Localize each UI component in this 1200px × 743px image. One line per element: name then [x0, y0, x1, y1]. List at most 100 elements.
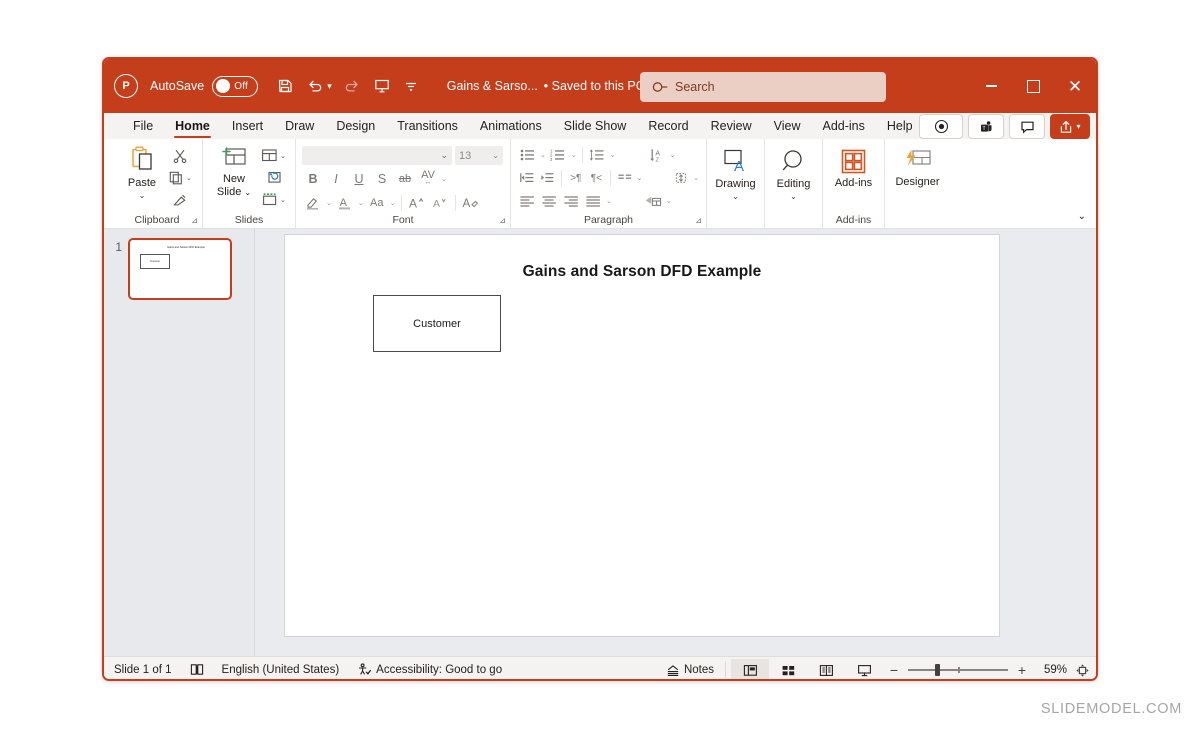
clear-formatting-icon[interactable]: A: [460, 192, 482, 213]
notes-page-indicator[interactable]: [190, 663, 204, 676]
start-presentation-icon[interactable]: [374, 74, 390, 98]
search-box[interactable]: Search: [640, 72, 886, 102]
tab-review[interactable]: Review: [700, 113, 763, 139]
text-highlight-color-icon[interactable]: [302, 192, 324, 213]
normal-view-button[interactable]: [731, 659, 769, 681]
section-dropdown-caret-icon[interactable]: ⌄: [280, 196, 286, 204]
notes-button[interactable]: Notes: [660, 659, 720, 681]
zoom-slider[interactable]: − +: [888, 662, 1028, 678]
tab-insert[interactable]: Insert: [221, 113, 274, 139]
zoom-in-button[interactable]: +: [1016, 662, 1028, 678]
right-to-left-icon[interactable]: ¶<: [587, 168, 607, 188]
maximize-button[interactable]: [1012, 59, 1054, 113]
new-slide-button[interactable]: NewSlide ⌄: [209, 142, 259, 198]
justify-caret-icon[interactable]: ⌄: [605, 197, 613, 205]
smartart-caret-icon[interactable]: ⌄: [665, 197, 673, 205]
accessibility-indicator[interactable]: Accessibility: Good to go: [357, 663, 502, 676]
strikethrough-button[interactable]: S: [371, 168, 393, 189]
autosave-toggle[interactable]: Off: [212, 76, 258, 97]
bullets-icon[interactable]: [517, 145, 538, 165]
change-case-button[interactable]: Aa: [366, 192, 388, 213]
slide-count-indicator[interactable]: Slide 1 of 1: [114, 664, 172, 676]
tab-view[interactable]: View: [763, 113, 812, 139]
slide-thumbnail-1[interactable]: Gains and Sarson DFD Example Customer: [128, 238, 232, 300]
font-name-input[interactable]: ⌄: [302, 146, 452, 165]
convert-to-smartart-icon[interactable]: [643, 191, 664, 211]
tab-transitions[interactable]: Transitions: [386, 113, 469, 139]
align-text-icon[interactable]: [672, 168, 692, 188]
font-dialog-launcher-icon[interactable]: ⊿: [499, 216, 506, 225]
clipboard-dialog-launcher-icon[interactable]: ⊿: [191, 216, 198, 225]
tab-design[interactable]: Design: [325, 113, 386, 139]
close-button[interactable]: ✕: [1054, 59, 1096, 113]
increase-indent-icon[interactable]: [538, 168, 558, 188]
text-direction-icon[interactable]: A Z: [647, 145, 668, 165]
layout-dropdown-caret-icon[interactable]: ⌄: [280, 152, 286, 160]
increase-font-size-button[interactable]: A: [406, 192, 428, 213]
highlight-caret-icon[interactable]: ⌄: [325, 199, 333, 207]
left-to-right-icon[interactable]: >¶: [566, 168, 586, 188]
decrease-font-size-button[interactable]: A: [429, 192, 451, 213]
tab-slide-show[interactable]: Slide Show: [553, 113, 638, 139]
undo-dropdown-caret-icon[interactable]: ▾: [327, 81, 332, 92]
reset-slide-icon[interactable]: [259, 167, 288, 188]
tab-record[interactable]: Record: [637, 113, 699, 139]
justify-icon[interactable]: [583, 191, 604, 211]
paste-dropdown-caret-icon[interactable]: ⌄: [139, 191, 146, 200]
character-spacing-button[interactable]: AV ↔: [417, 168, 439, 189]
paste-button[interactable]: Paste ⌄: [118, 142, 166, 200]
char-spacing-caret-icon[interactable]: ⌄: [440, 175, 448, 183]
align-center-icon[interactable]: [539, 191, 560, 211]
add-ins-button[interactable]: Add-ins: [829, 142, 878, 190]
drawing-dropdown-caret-icon[interactable]: ⌄: [732, 192, 739, 201]
bold-button[interactable]: B: [302, 168, 324, 189]
cut-icon[interactable]: [166, 145, 194, 166]
thumbnail-item[interactable]: 1 Gains and Sarson DFD Example Customer: [112, 238, 232, 300]
tab-add-ins[interactable]: Add-ins: [811, 113, 875, 139]
font-color-caret-icon[interactable]: ⌄: [357, 199, 365, 207]
tab-home[interactable]: Home: [164, 113, 221, 139]
line-spacing-icon[interactable]: [587, 145, 608, 165]
share-button[interactable]: ▾: [1050, 114, 1090, 139]
underline-button[interactable]: U: [348, 168, 370, 189]
editing-dropdown-caret-icon[interactable]: ⌄: [790, 192, 797, 201]
copy-icon[interactable]: ⌄: [166, 167, 194, 188]
format-painter-icon[interactable]: [166, 189, 194, 210]
line-spacing-caret-icon[interactable]: ⌄: [609, 151, 617, 159]
slide-thumbnail-panel[interactable]: 1 Gains and Sarson DFD Example Customer: [104, 229, 255, 656]
change-case-caret-icon[interactable]: ⌄: [389, 199, 397, 207]
numbering-caret-icon[interactable]: ⌄: [570, 151, 578, 159]
slide-title-text[interactable]: Gains and Sarson DFD Example: [285, 263, 999, 281]
slide-canvas[interactable]: Gains and Sarson DFD Example Customer: [284, 234, 1000, 637]
zoom-out-button[interactable]: −: [888, 662, 900, 678]
tab-help[interactable]: Help: [876, 113, 924, 139]
designer-button[interactable]: Designer: [891, 142, 944, 189]
tab-animations[interactable]: Animations: [469, 113, 553, 139]
save-icon[interactable]: [277, 74, 293, 98]
italic-button[interactable]: I: [325, 168, 347, 189]
editing-button[interactable]: Editing ⌄: [771, 142, 816, 201]
text-shadow-button[interactable]: ab: [394, 168, 416, 189]
align-right-icon[interactable]: [561, 191, 582, 211]
columns-caret-icon[interactable]: ⌄: [636, 174, 644, 182]
teams-icon[interactable]: T: [968, 114, 1004, 139]
undo-icon[interactable]: [307, 74, 324, 98]
comments-icon[interactable]: [1009, 114, 1045, 139]
decrease-indent-icon[interactable]: [517, 168, 537, 188]
numbering-icon[interactable]: 1 2 3: [548, 145, 569, 165]
slide-sorter-button[interactable]: [769, 659, 807, 681]
zoom-thumb[interactable]: [935, 664, 940, 676]
customize-quick-access-icon[interactable]: [404, 74, 418, 98]
record-button-icon[interactable]: [919, 114, 963, 139]
font-size-input[interactable]: 13 ⌄: [455, 146, 503, 165]
minimize-button[interactable]: [970, 59, 1012, 113]
section-icon[interactable]: ⌄: [259, 189, 288, 210]
slide-layout-icon[interactable]: ⌄: [259, 145, 288, 166]
reading-view-button[interactable]: [807, 659, 845, 681]
bullets-caret-icon[interactable]: ⌄: [539, 151, 547, 159]
text-direction-caret-icon[interactable]: ⌄: [669, 151, 677, 159]
slide-show-button[interactable]: [845, 659, 883, 681]
align-left-icon[interactable]: [517, 191, 538, 211]
collapse-ribbon-chevron-icon[interactable]: ⌄: [1078, 211, 1086, 222]
paragraph-dialog-launcher-icon[interactable]: ⊿: [695, 216, 702, 225]
